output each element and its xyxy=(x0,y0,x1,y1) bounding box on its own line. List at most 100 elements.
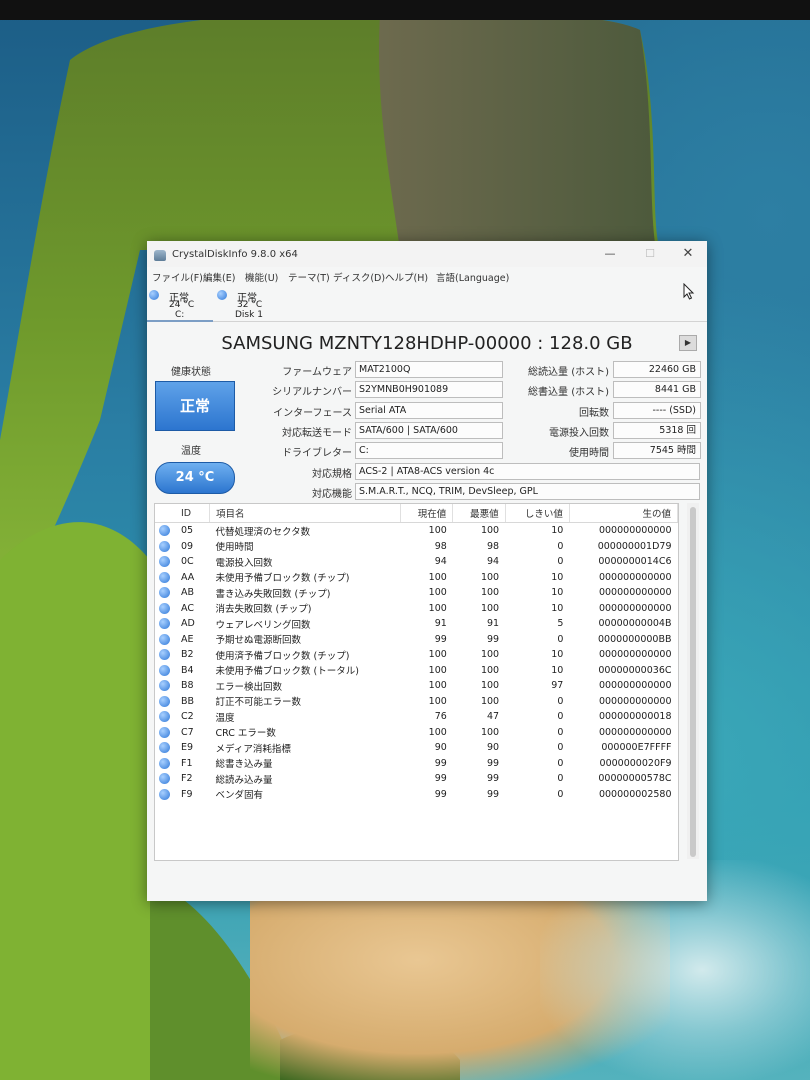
attr-id: B2 xyxy=(181,649,194,661)
attr-threshold: 0 xyxy=(557,633,564,645)
attr-current: 99 xyxy=(434,633,447,645)
table-row[interactable]: BB 訂正不可能エラー数 100 100 0 000000000000 xyxy=(155,694,678,710)
header-worst[interactable]: 最悪値 xyxy=(452,504,506,523)
attr-threshold: 0 xyxy=(557,711,564,723)
attr-threshold: 10 xyxy=(551,649,564,661)
status-dot-icon xyxy=(159,788,170,800)
attr-current: 76 xyxy=(434,711,447,723)
table-row[interactable]: AC 消去失敗回数 (チップ) 100 100 10 000000000000 xyxy=(155,601,678,617)
status-dot-icon xyxy=(159,556,170,568)
next-disk-button[interactable]: ▶ xyxy=(679,335,697,351)
attr-worst: 100 xyxy=(480,726,500,738)
attr-current: 100 xyxy=(428,525,447,537)
menu-disk[interactable]: ディスク(D) xyxy=(333,270,385,284)
table-row[interactable]: F9 ベンダ固有 99 99 0 000000002580 xyxy=(155,787,678,803)
table-scrollbar[interactable] xyxy=(687,503,699,859)
header-name[interactable]: 項目名 xyxy=(209,504,401,523)
attr-threshold: 0 xyxy=(557,788,564,800)
header-threshold[interactable]: しきい値 xyxy=(505,504,570,523)
table-row[interactable]: F2 総読み込み量 99 99 0 00000000578C xyxy=(155,771,678,787)
menu-help[interactable]: ヘルプ(H) xyxy=(385,270,428,284)
attr-current: 100 xyxy=(428,649,447,661)
disk-tab-c[interactable]: 正常 24 °C C: xyxy=(147,286,213,322)
attr-worst: 100 xyxy=(480,649,500,661)
menu-theme[interactable]: テーマ(T) xyxy=(288,270,330,284)
close-button[interactable]: ✕ xyxy=(673,244,703,264)
menu-function[interactable]: 機能(U) xyxy=(245,270,278,284)
attr-threshold: 97 xyxy=(551,680,564,692)
status-dot-cell xyxy=(155,756,173,772)
attr-raw: 0000000000BB xyxy=(598,633,672,645)
table-row[interactable]: F1 総書き込み量 99 99 0 0000000020F9 xyxy=(155,756,678,772)
status-dot-icon xyxy=(159,602,170,614)
maximize-button[interactable]: ☐ xyxy=(635,244,665,264)
header-raw[interactable]: 生の値 xyxy=(569,504,679,523)
status-dot-cell xyxy=(155,787,173,803)
status-dot-icon xyxy=(159,540,170,552)
power-count-label: 電源投入回数 xyxy=(549,428,609,439)
attr-worst: 99 xyxy=(487,633,500,645)
scroll-thumb[interactable] xyxy=(690,507,696,857)
serial-value: S2YMNB0H901089 xyxy=(355,381,503,398)
attr-worst: 100 xyxy=(480,525,500,537)
temperature-label: 温度 xyxy=(181,446,201,457)
table-row[interactable]: B8 エラー検出回数 100 100 97 000000000000 xyxy=(155,678,678,694)
table-row[interactable]: B2 使用済予備ブロック数 (チップ) 100 100 10 000000000000 xyxy=(155,647,678,663)
table-row[interactable]: AE 予期せぬ電源断回数 99 99 0 0000000000BB xyxy=(155,632,678,648)
table-row[interactable]: C7 CRC エラー数 100 100 0 000000000000 xyxy=(155,725,678,741)
attr-id: AA xyxy=(181,571,195,583)
minimize-button[interactable]: — xyxy=(595,244,625,264)
table-row[interactable]: E9 メディア消耗指標 90 90 0 000000E7FFFF xyxy=(155,740,678,756)
attr-id: AD xyxy=(181,618,195,630)
attr-current: 100 xyxy=(428,602,447,614)
menu-file[interactable]: ファイル(F) xyxy=(152,270,203,284)
status-dot-icon xyxy=(149,290,159,300)
attr-worst: 100 xyxy=(480,571,500,583)
attr-name: ベンダ固有 xyxy=(215,790,264,802)
table-row[interactable]: AD ウェアレベリング回数 91 91 5 00000000004B xyxy=(155,616,678,632)
attr-name: 予期せぬ電源断回数 xyxy=(215,635,302,647)
health-status-button[interactable]: 正常 xyxy=(155,381,235,431)
title-bar[interactable]: CrystalDiskInfo 9.8.0 x64 — ☐ ✕ xyxy=(147,241,707,267)
status-dot-icon xyxy=(159,711,170,723)
attr-id: 0C xyxy=(181,556,194,568)
host-writes-label: 総書込量 (ホスト) xyxy=(528,387,609,398)
header-current[interactable]: 現在値 xyxy=(400,504,454,523)
menu-edit[interactable]: 編集(E) xyxy=(203,270,235,284)
table-row[interactable]: 05 代替処理済のセクタ数 100 100 10 000000000000 xyxy=(155,523,678,539)
status-dot-cell xyxy=(155,539,173,555)
app-icon xyxy=(154,250,166,261)
disk-selector: 正常 24 °C C: 正常 32 °C Disk 1 xyxy=(147,285,707,322)
table-row[interactable]: AB 書き込み失敗回数 (チップ) 100 100 10 000000000000 xyxy=(155,585,678,601)
attr-threshold: 10 xyxy=(551,525,564,537)
attr-worst: 100 xyxy=(480,695,500,707)
attr-name: 未使用予備ブロック数 (チップ) xyxy=(215,573,350,585)
smart-attribute-table[interactable]: ID 項目名 現在値 最悪値 しきい値 生の値 05 代替処理済のセクタ数 100 1… xyxy=(154,503,679,861)
attr-id: B8 xyxy=(181,680,194,692)
attr-raw: 000000002580 xyxy=(598,788,672,800)
status-dot-cell xyxy=(155,647,173,663)
interface-label: インターフェース xyxy=(273,408,352,419)
status-dot-cell xyxy=(155,709,173,725)
firmware-value: MAT2100Q xyxy=(355,361,503,378)
table-row[interactable]: B4 未使用予備ブロック数 (トータル) 100 100 10 00000000036C xyxy=(155,663,678,679)
header-id[interactable]: ID xyxy=(173,504,210,523)
attr-id: E9 xyxy=(181,742,194,754)
table-row[interactable]: C2 温度 76 47 0 000000000018 xyxy=(155,709,678,725)
host-reads-value: 22460 GB xyxy=(613,361,701,378)
table-row[interactable]: 0C 電源投入回数 94 94 0 0000000014C6 xyxy=(155,554,678,570)
table-row[interactable]: AA 未使用予備ブロック数 (チップ) 100 100 10 000000000000 xyxy=(155,570,678,586)
temperature-button[interactable]: 24 °C xyxy=(155,462,235,494)
status-dot-cell xyxy=(155,523,173,539)
menu-language[interactable]: 言語(Language) xyxy=(436,270,509,284)
attr-threshold: 10 xyxy=(551,571,564,583)
disk-tab-1[interactable]: 正常 32 °C Disk 1 xyxy=(215,286,281,320)
attr-current: 91 xyxy=(434,618,447,630)
table-row[interactable]: 09 使用時間 98 98 0 000000001D79 xyxy=(155,539,678,555)
attr-name: 代替処理済のセクタ数 xyxy=(215,526,311,538)
attr-id: F2 xyxy=(181,773,193,785)
attr-worst: 100 xyxy=(480,680,500,692)
status-dot-icon xyxy=(217,290,227,300)
attr-name: CRC エラー数 xyxy=(215,728,276,740)
attr-id: AE xyxy=(181,633,194,645)
